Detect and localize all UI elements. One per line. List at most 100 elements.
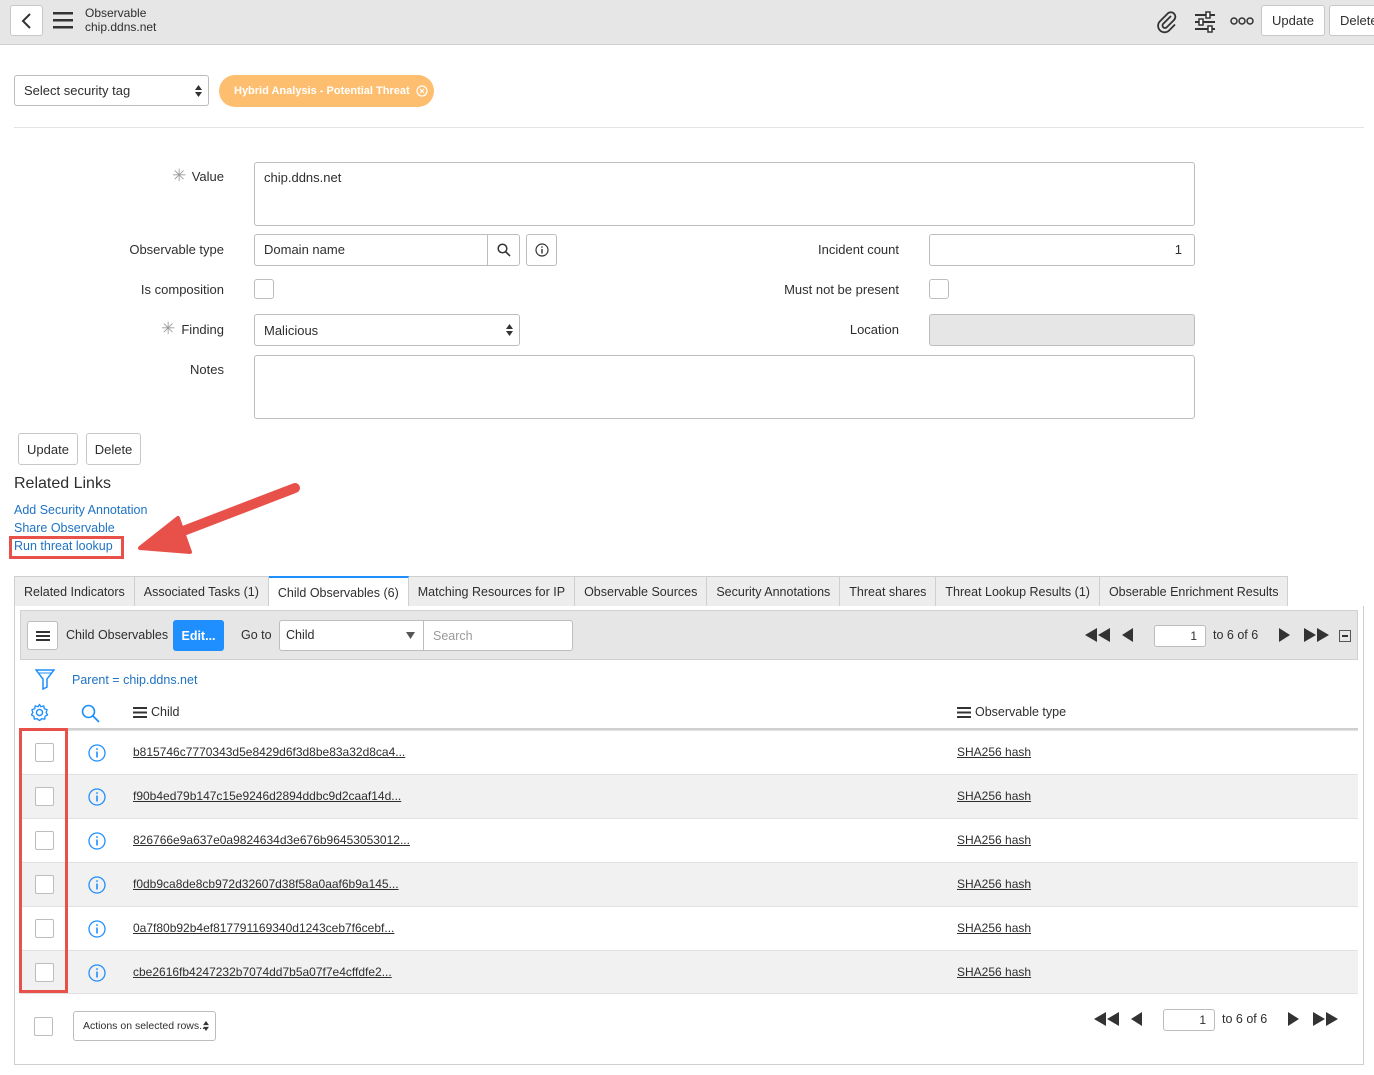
goto-field-select[interactable]: Child bbox=[279, 620, 424, 651]
tab-child-observables[interactable]: Child Observables (6) bbox=[268, 576, 409, 608]
info-icon[interactable] bbox=[88, 876, 106, 894]
header-delete-button[interactable]: Delete bbox=[1329, 5, 1374, 36]
info-icon[interactable] bbox=[88, 744, 106, 762]
incident-count-field[interactable]: 1 bbox=[929, 234, 1195, 266]
paperclip-icon[interactable] bbox=[1155, 10, 1179, 34]
tab-security-annotations[interactable]: Security Annotations bbox=[707, 576, 841, 607]
back-button[interactable] bbox=[10, 5, 43, 36]
page-input[interactable]: 1 bbox=[1163, 1009, 1215, 1031]
info-icon[interactable] bbox=[88, 920, 106, 938]
next-page-icon[interactable] bbox=[1278, 628, 1290, 642]
child-link[interactable]: b815746c7770343d5e8429d6f3d8be83a32d8ca4… bbox=[133, 745, 405, 759]
tab-threat-shares[interactable]: Threat shares bbox=[840, 576, 937, 607]
delete-button[interactable]: Delete bbox=[86, 433, 141, 465]
column-menu-icon[interactable] bbox=[957, 707, 971, 718]
prev-page-icon[interactable] bbox=[1122, 628, 1134, 642]
menu-icon bbox=[35, 630, 50, 641]
must-not-be-present-checkbox[interactable] bbox=[929, 279, 949, 299]
tab-matching-resources[interactable]: Matching Resources for IP bbox=[408, 576, 576, 607]
info-icon[interactable] bbox=[88, 964, 106, 982]
child-link[interactable]: 0a7f80b92b4ef817791169340d1243ceb7f6cebf… bbox=[133, 921, 394, 935]
location-label: Location bbox=[849, 322, 899, 337]
tab-observable-sources[interactable]: Observable Sources bbox=[575, 576, 708, 607]
child-link[interactable]: f90b4ed79b147c15e9246d2894ddbc9d2caaf14d… bbox=[133, 789, 401, 803]
child-link[interactable]: 826766e9a637e0a9824634d3e676b96453053012… bbox=[133, 833, 410, 847]
first-page-icon[interactable] bbox=[1094, 1012, 1120, 1026]
record-title: Observable chip.ddns.net bbox=[85, 6, 156, 34]
gear-icon[interactable] bbox=[30, 703, 49, 722]
select-all-checkbox[interactable] bbox=[34, 1017, 53, 1036]
table-row: f0db9ca8de8cb972d32607d38f58a0aaf6b9a145… bbox=[20, 862, 1358, 906]
next-page-icon[interactable] bbox=[1287, 1012, 1299, 1026]
is-composition-checkbox[interactable] bbox=[254, 279, 274, 299]
location-field bbox=[929, 314, 1195, 346]
child-link[interactable]: cbe2616fb4247232b7074dd7b5a07f7e4cffdfe2… bbox=[133, 965, 392, 979]
observable-type-link[interactable]: SHA256 hash bbox=[957, 877, 1031, 891]
observable-type-info-button[interactable] bbox=[526, 234, 557, 266]
tab-threat-lookup-results[interactable]: Threat Lookup Results (1) bbox=[936, 576, 1100, 607]
finding-value: Malicious bbox=[264, 322, 319, 338]
info-icon[interactable] bbox=[88, 832, 106, 850]
observable-type-link[interactable]: SHA256 hash bbox=[957, 833, 1031, 847]
column-header-observable-type[interactable]: Observable type bbox=[975, 705, 1066, 719]
page-input[interactable]: 1 bbox=[1154, 625, 1206, 647]
update-button[interactable]: Update bbox=[18, 433, 78, 465]
incident-count-label: Incident count bbox=[818, 242, 899, 257]
last-page-icon[interactable] bbox=[1303, 628, 1329, 642]
child-link[interactable]: f0db9ca8de8cb972d32607d38f58a0aaf6b9a145… bbox=[133, 877, 399, 891]
table-row: 826766e9a637e0a9824634d3e676b96453053012… bbox=[20, 818, 1358, 862]
prev-page-icon[interactable] bbox=[1131, 1012, 1143, 1026]
observable-type-lookup-button[interactable] bbox=[487, 234, 520, 266]
notes-field[interactable] bbox=[254, 355, 1195, 419]
record-value: chip.ddns.net bbox=[85, 20, 157, 34]
observable-type-link[interactable]: SHA256 hash bbox=[957, 745, 1031, 759]
tab-enrichment-results[interactable]: Obserable Enrichment Results bbox=[1099, 576, 1289, 607]
last-page-icon[interactable] bbox=[1312, 1012, 1338, 1026]
filter-breadcrumb[interactable]: Parent = chip.ddns.net bbox=[72, 673, 197, 687]
info-icon[interactable] bbox=[88, 788, 106, 806]
highlight-box bbox=[19, 728, 68, 993]
divider bbox=[14, 127, 1364, 128]
observable-type-field[interactable]: Domain name bbox=[254, 234, 488, 266]
close-circle-icon[interactable] bbox=[416, 85, 428, 97]
table-row: b815746c7770343d5e8429d6f3d8be83a32d8ca4… bbox=[20, 730, 1358, 774]
add-security-annotation-link[interactable]: Add Security Annotation bbox=[14, 503, 147, 517]
related-links-title: Related Links bbox=[14, 475, 111, 492]
observable-type-link[interactable]: SHA256 hash bbox=[957, 789, 1031, 803]
notes-label: Notes bbox=[190, 362, 224, 377]
column-search-icon[interactable] bbox=[81, 704, 100, 723]
column-header-child[interactable]: Child bbox=[151, 705, 180, 719]
search-input[interactable]: Search bbox=[423, 620, 573, 651]
goto-field-value: Child bbox=[286, 628, 315, 642]
menu-icon[interactable] bbox=[53, 10, 75, 30]
collapse-icon[interactable] bbox=[1339, 630, 1351, 642]
observable-type-label: Observable type bbox=[129, 242, 224, 257]
page-count: to 6 of 6 bbox=[1222, 1012, 1268, 1026]
value-label: Value bbox=[191, 169, 224, 184]
tab-related-indicators[interactable]: Related Indicators bbox=[14, 576, 135, 607]
column-menu-icon[interactable] bbox=[133, 707, 147, 718]
value-field[interactable]: chip.ddns.net bbox=[254, 162, 1195, 226]
filter-funnel-icon[interactable] bbox=[35, 668, 55, 690]
finding-select[interactable]: Malicious bbox=[254, 314, 520, 346]
list-title: Child Observables bbox=[66, 628, 169, 642]
list-menu-button[interactable] bbox=[27, 621, 58, 650]
observable-type-link[interactable]: SHA256 hash bbox=[957, 965, 1031, 979]
table-row: 0a7f80b92b4ef817791169340d1243ceb7f6cebf… bbox=[20, 906, 1358, 950]
related-lists-tabs: Related Indicators Associated Tasks (1) … bbox=[14, 576, 1289, 608]
edit-button[interactable]: Edit... bbox=[173, 620, 224, 651]
highlight-box bbox=[9, 536, 124, 559]
caret-down-icon bbox=[406, 632, 415, 639]
actions-select[interactable]: Actions on selected rows... bbox=[73, 1011, 216, 1041]
settings-sliders-icon[interactable] bbox=[1193, 10, 1217, 34]
search-icon bbox=[496, 243, 511, 257]
header-update-button[interactable]: Update bbox=[1261, 5, 1325, 36]
security-tag-pill[interactable]: Hybrid Analysis - Potential Threat bbox=[219, 75, 434, 107]
table-row: cbe2616fb4247232b7074dd7b5a07f7e4cffdfe2… bbox=[20, 950, 1358, 994]
more-options-icon[interactable] bbox=[1230, 15, 1254, 27]
observable-type-link[interactable]: SHA256 hash bbox=[957, 921, 1031, 935]
tab-associated-tasks[interactable]: Associated Tasks (1) bbox=[134, 576, 269, 607]
share-observable-link[interactable]: Share Observable bbox=[14, 521, 115, 535]
first-page-icon[interactable] bbox=[1085, 628, 1111, 642]
security-tag-select[interactable]: Select security tag bbox=[14, 75, 209, 106]
